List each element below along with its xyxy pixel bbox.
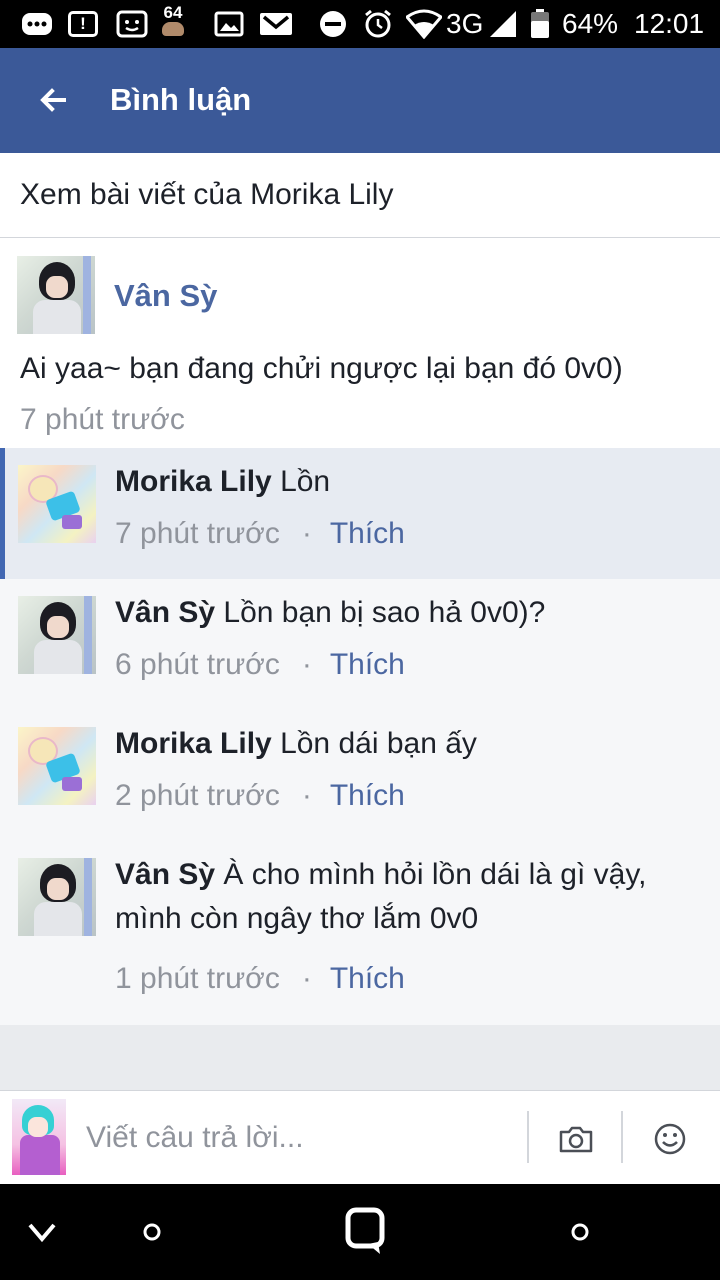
separator-dot: ·	[301, 517, 312, 550]
messenger-notification-icon	[20, 8, 54, 40]
reply-meta: 2 phút trước · Thích	[115, 776, 405, 816]
highlight-bar	[0, 448, 5, 579]
nav-home-icon[interactable]	[122, 1204, 182, 1260]
status-bar: ! 64 3G 64% 12:01	[0, 0, 720, 48]
comment-time: 7 phút trước	[20, 403, 185, 436]
user-avatar	[12, 1099, 66, 1175]
like-button[interactable]: Thích	[330, 648, 405, 681]
network-type: 3G	[446, 8, 484, 39]
reply-body: Lồn	[280, 465, 331, 498]
separator-dot: ·	[301, 648, 312, 681]
view-post-link[interactable]: Xem bài viết của Morika Lily	[0, 153, 720, 238]
face-notification-icon	[116, 8, 148, 40]
camera-icon[interactable]	[546, 1111, 606, 1167]
like-button[interactable]: Thích	[330, 517, 405, 550]
replies-list: Morika Lily Lồn 7 phút trước · Thích Vân S…	[0, 448, 720, 1025]
reply-time: 1 phút trước	[115, 962, 280, 995]
alarm-icon	[362, 8, 394, 40]
reply-author[interactable]: Vân Sỳ	[115, 858, 215, 891]
like-button[interactable]: Thích	[330, 779, 405, 812]
reply-text: Morika Lily Lồn	[115, 460, 695, 504]
page-title: Bình luận	[110, 82, 252, 117]
avatar[interactable]	[18, 727, 96, 805]
smiley-icon[interactable]	[640, 1111, 700, 1167]
reply-composer	[0, 1090, 720, 1184]
nav-back-icon[interactable]	[12, 1204, 72, 1260]
view-post-label: Xem bài viết của Morika Lily	[20, 178, 394, 211]
reply-input[interactable]	[86, 1115, 516, 1161]
reply-item: Vân Sỳ Lồn bạn bị sao hả 0v0)? 6 phút tr…	[0, 579, 720, 710]
wifi-icon	[406, 8, 442, 40]
back-arrow-icon[interactable]	[38, 82, 68, 118]
separator-dot: ·	[301, 779, 312, 812]
avatar[interactable]	[18, 596, 96, 674]
comment-author[interactable]: Vân Sỳ	[114, 276, 217, 316]
reply-meta: 7 phút trước · Thích	[115, 514, 405, 554]
reply-item: Vân Sỳ À cho mình hỏi lồn dái là gì vậy,…	[0, 841, 720, 1025]
reply-text: Morika Lily Lồn dái bạn ấy	[115, 722, 695, 766]
reply-time: 7 phút trước	[115, 517, 280, 550]
reply-author[interactable]: Vân Sỳ	[115, 596, 215, 629]
image-notification-icon	[214, 8, 244, 40]
gmail-notification-icon	[258, 8, 294, 40]
avatar[interactable]	[18, 465, 96, 543]
reply-author[interactable]: Morika Lily	[115, 465, 272, 498]
like-button[interactable]: Thích	[330, 962, 405, 995]
divider	[527, 1111, 529, 1163]
count-notification-icon: 64	[162, 4, 184, 36]
app-bar: Bình luận	[0, 48, 720, 153]
nav-recents-icon[interactable]	[550, 1204, 610, 1260]
reply-author[interactable]: Morika Lily	[115, 727, 272, 760]
reply-time: 2 phút trước	[115, 779, 280, 812]
reply-body: Lồn bạn bị sao hả 0v0)?	[223, 596, 546, 629]
reply-body: Lồn dái bạn ấy	[280, 727, 477, 760]
notification-count: 64	[163, 3, 183, 22]
alert-notification-icon: !	[68, 8, 98, 40]
divider	[621, 1111, 623, 1163]
reply-item: Morika Lily Lồn 7 phút trước · Thích	[0, 448, 720, 579]
battery-percent: 64%	[562, 8, 619, 39]
reply-text: Vân Sỳ Lồn bạn bị sao hả 0v0)?	[115, 591, 695, 635]
avatar[interactable]	[18, 858, 96, 936]
nav-app-icon[interactable]	[336, 1204, 396, 1260]
comment-text: Ai yaa~ bạn đang chửi ngược lại bạn đó 0…	[20, 352, 623, 385]
navigation-bar	[0, 1184, 720, 1280]
do-not-disturb-icon	[318, 8, 348, 40]
reply-meta: 1 phút trước · Thích	[115, 959, 405, 999]
clock: 12:01	[634, 8, 705, 39]
avatar[interactable]	[17, 256, 95, 334]
signal-icon	[488, 8, 518, 40]
reply-meta: 6 phút trước · Thích	[115, 645, 405, 685]
reply-item: Morika Lily Lồn dái bạn ấy 2 phút trước ·…	[0, 710, 720, 841]
reply-time: 6 phút trước	[115, 648, 280, 681]
reply-text: Vân Sỳ À cho mình hỏi lồn dái là gì vậy,…	[115, 853, 695, 941]
separator-dot: ·	[301, 962, 312, 995]
battery-icon	[530, 8, 550, 40]
